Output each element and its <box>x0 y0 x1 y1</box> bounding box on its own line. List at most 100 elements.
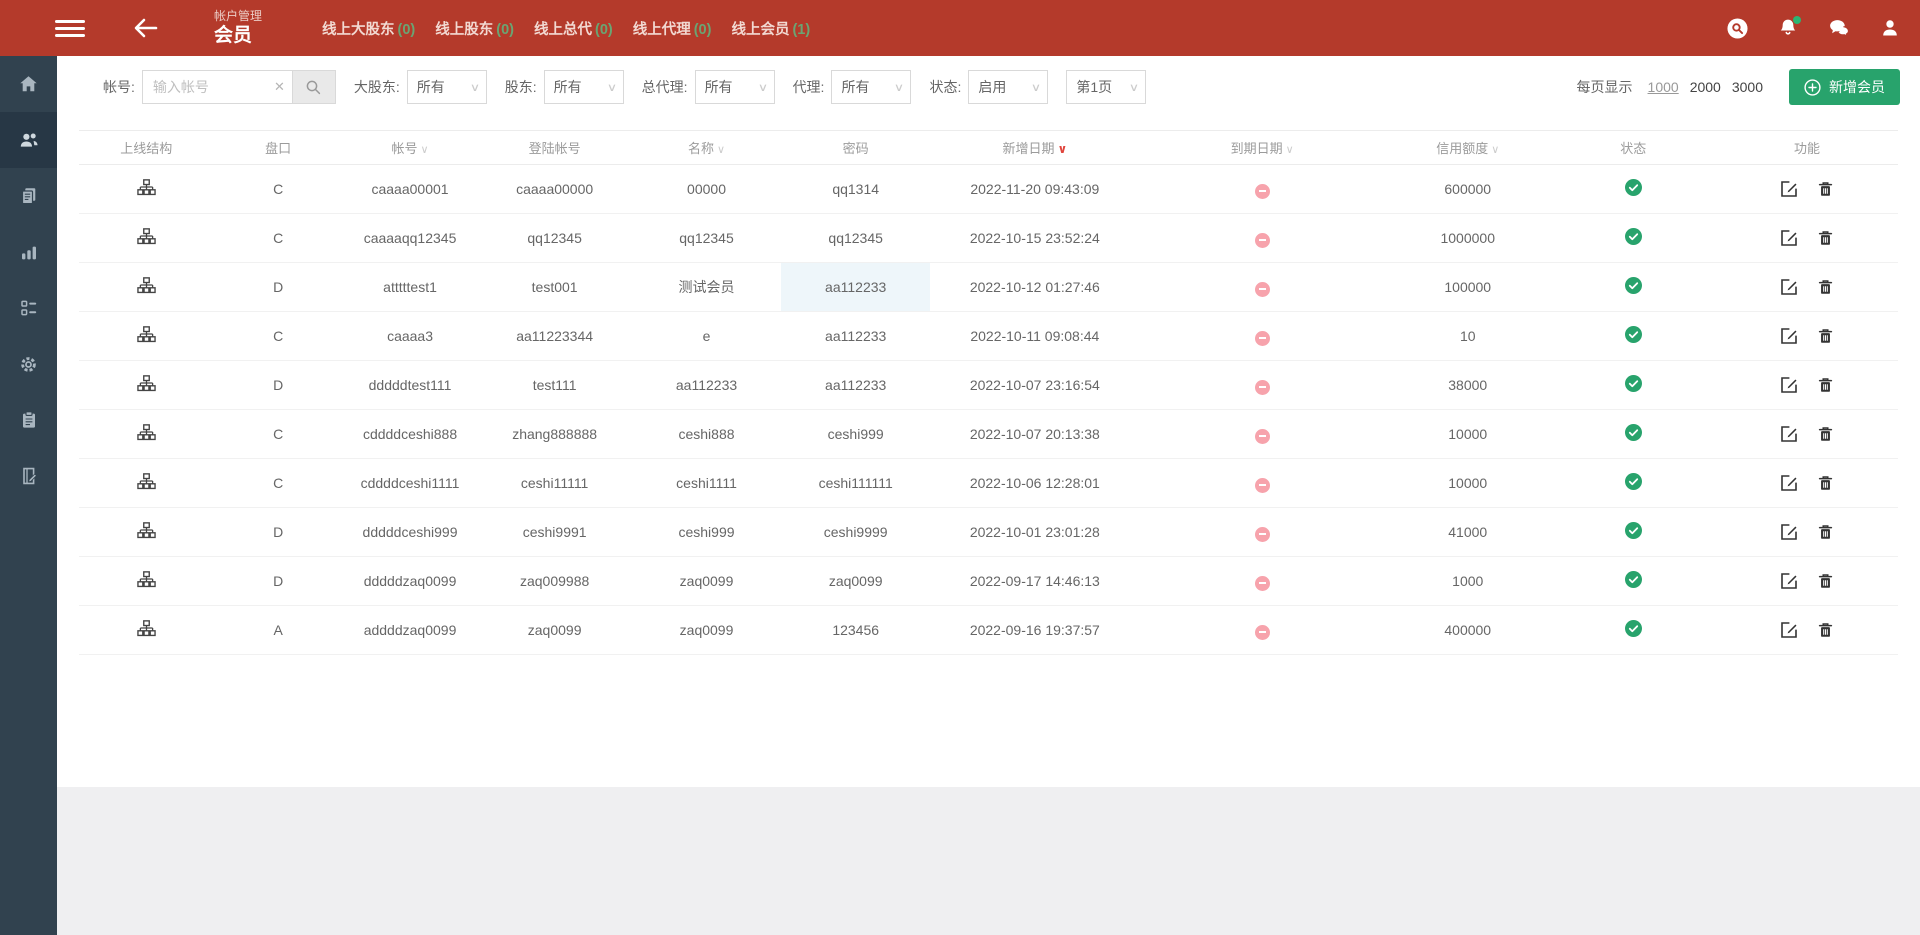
delete-button[interactable] <box>1817 278 1834 296</box>
cell-account: cddddceshi888 <box>343 410 478 459</box>
cell-name: zaq0099 <box>632 557 781 606</box>
add-member-button[interactable]: 新增会员 <box>1789 69 1900 105</box>
sidebar-item-home[interactable] <box>0 56 57 112</box>
per-page-option[interactable]: 3000 <box>1732 79 1763 95</box>
filter-select[interactable]: 启用∨ <box>968 70 1048 104</box>
edit-button[interactable] <box>1780 572 1798 590</box>
delete-button[interactable] <box>1817 425 1834 443</box>
column-header[interactable]: 帐号∨∨ <box>343 131 478 165</box>
org-structure-icon[interactable] <box>137 620 156 638</box>
column-header[interactable]: 信用额度∨∨ <box>1385 131 1551 165</box>
cell-name: qq12345 <box>632 214 781 263</box>
edit-button[interactable] <box>1780 229 1798 247</box>
cell-name: ceshi999 <box>632 508 781 557</box>
cell-account: addddzaq0099 <box>343 606 478 655</box>
cell-pan: D <box>214 557 343 606</box>
cell-password: qq1314 <box>781 165 930 214</box>
delete-button[interactable] <box>1817 572 1834 590</box>
filter-select[interactable]: 所有∨ <box>544 70 624 104</box>
org-structure-icon[interactable] <box>137 571 156 589</box>
filter-select[interactable]: 所有∨ <box>831 70 911 104</box>
filter-select[interactable]: 所有∨ <box>407 70 487 104</box>
online-count-link[interactable]: 线上代理(0) <box>633 18 712 39</box>
delete-button[interactable] <box>1817 327 1834 345</box>
org-structure-icon[interactable] <box>137 473 156 491</box>
cell-credit: 1000 <box>1385 557 1551 606</box>
delete-button[interactable] <box>1817 621 1834 639</box>
cell-name: aa112233 <box>632 361 781 410</box>
online-count-link[interactable]: 线上总代(0) <box>534 18 613 39</box>
edit-button[interactable] <box>1780 621 1798 639</box>
sidebar-item-clipboard[interactable] <box>0 392 57 448</box>
edit-button[interactable] <box>1780 376 1798 394</box>
cell-login: caaaa00000 <box>477 165 632 214</box>
sidebar-item-logs[interactable] <box>0 448 57 504</box>
column-header[interactable]: 名称∨∨ <box>632 131 781 165</box>
edit-button[interactable] <box>1780 425 1798 443</box>
org-structure-icon[interactable] <box>137 424 156 442</box>
org-structure-icon[interactable] <box>137 326 156 344</box>
org-structure-icon[interactable] <box>137 277 156 295</box>
column-header[interactable]: 密码∨∨ <box>781 131 930 165</box>
cell-password: aa112233 <box>781 361 930 410</box>
org-structure-icon[interactable] <box>137 228 156 246</box>
sidebar-item-members[interactable] <box>0 112 57 168</box>
sidebar-item-list[interactable] <box>0 280 57 336</box>
notifications-bell-icon[interactable] <box>1776 16 1800 40</box>
column-header[interactable]: 上线结构∨∨ <box>79 131 214 165</box>
filter-select[interactable]: 所有∨ <box>695 70 775 104</box>
cell-name: ceshi888 <box>632 410 781 459</box>
column-header[interactable]: 新增日期∨∨ <box>930 131 1139 165</box>
column-header[interactable]: 到期日期∨∨ <box>1139 131 1385 165</box>
clear-input-icon[interactable]: ✕ <box>274 79 285 95</box>
edit-button[interactable] <box>1780 180 1798 198</box>
table-row: C caaaa3 aa11223344 e aa112233 2022-10-1… <box>79 312 1898 361</box>
sidebar-item-settings[interactable] <box>0 336 57 392</box>
user-profile-icon[interactable] <box>1878 16 1902 40</box>
search-icon <box>305 79 322 96</box>
org-structure-icon[interactable] <box>137 179 156 197</box>
org-structure-icon[interactable] <box>137 375 156 393</box>
cell-credit: 100000 <box>1385 263 1551 312</box>
cell-created-date: 2022-10-11 09:08:44 <box>930 312 1139 361</box>
delete-button[interactable] <box>1817 523 1834 541</box>
account-search-input[interactable] <box>142 70 292 104</box>
edit-button[interactable] <box>1780 327 1798 345</box>
search-button[interactable] <box>292 70 336 104</box>
content-footer-area <box>57 787 1920 935</box>
status-enabled-icon <box>1625 424 1642 441</box>
online-count-link[interactable]: 线上大股东(0) <box>322 18 415 39</box>
column-header[interactable]: 盘口∨∨ <box>214 131 343 165</box>
cell-account: caaaaqq12345 <box>343 214 478 263</box>
edit-button[interactable] <box>1780 474 1798 492</box>
cell-credit: 38000 <box>1385 361 1551 410</box>
delete-button[interactable] <box>1817 180 1834 198</box>
delete-button[interactable] <box>1817 376 1834 394</box>
sidebar-item-statistics[interactable] <box>0 224 57 280</box>
column-header[interactable]: 功能∨∨ <box>1716 131 1898 165</box>
messages-icon[interactable] <box>1827 16 1851 40</box>
sort-chevron-icon: ∨ <box>1491 144 1499 156</box>
column-header[interactable]: 状态∨∨ <box>1551 131 1717 165</box>
per-page-control: 每页显示 1000 2000 3000 <box>1577 77 1763 97</box>
online-count-link[interactable]: 线上会员(1) <box>731 18 810 39</box>
edit-button[interactable] <box>1780 278 1798 296</box>
per-page-option[interactable]: 1000 <box>1648 79 1679 95</box>
gear-icon <box>18 354 39 375</box>
delete-button[interactable] <box>1817 229 1834 247</box>
edit-button[interactable] <box>1780 523 1798 541</box>
per-page-option[interactable]: 2000 <box>1690 79 1721 95</box>
search-circle-icon[interactable] <box>1725 16 1749 40</box>
cell-password: ceshi9999 <box>781 508 930 557</box>
filter-select-label: 状态: <box>929 77 961 97</box>
sidebar-item-documents[interactable] <box>0 168 57 224</box>
hamburger-menu-icon[interactable] <box>55 16 85 41</box>
org-structure-icon[interactable] <box>137 522 156 540</box>
back-arrow-icon[interactable] <box>133 17 159 39</box>
table-row: D dddddceshi999 ceshi9991 ceshi999 ceshi… <box>79 508 1898 557</box>
delete-button[interactable] <box>1817 474 1834 492</box>
members-table-wrap: 上线结构∨∨ 盘口∨∨ 帐号∨∨ 登陆帐号∨∨ 名称∨∨ <box>57 118 1920 655</box>
page-select[interactable]: 第1页∨ <box>1066 70 1146 104</box>
online-count-link[interactable]: 线上股东(0) <box>435 18 514 39</box>
column-header[interactable]: 登陆帐号∨∨ <box>477 131 632 165</box>
